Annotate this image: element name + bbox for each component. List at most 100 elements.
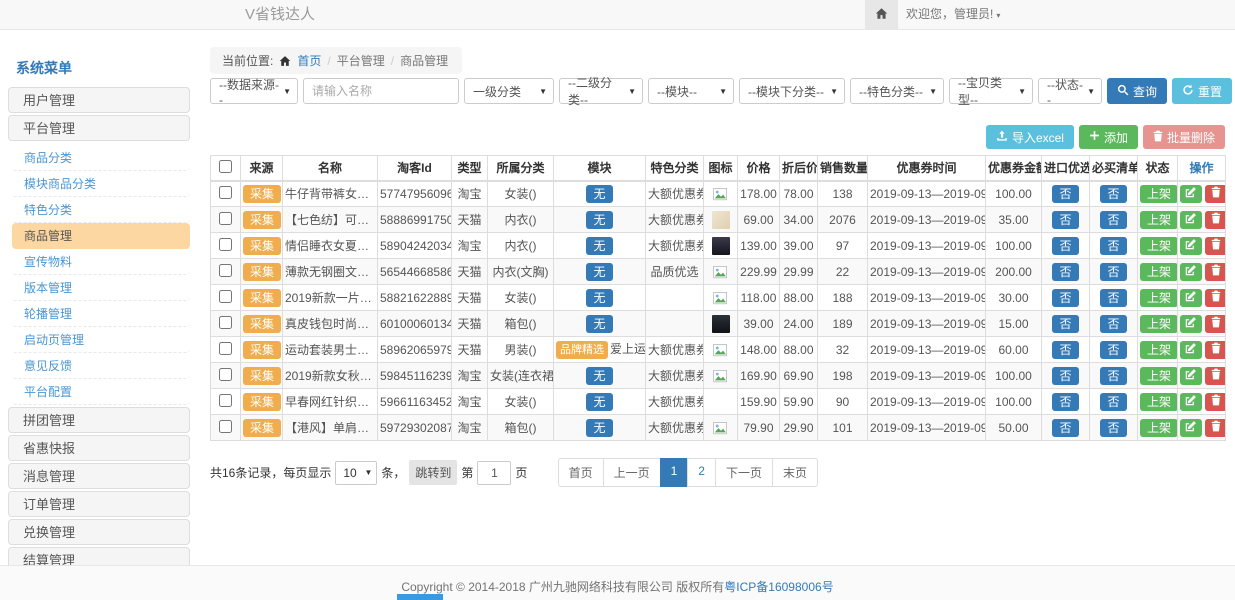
delete-button[interactable] bbox=[1205, 289, 1226, 307]
must-buy-toggle-button[interactable]: 否 bbox=[1100, 211, 1126, 229]
import-excel-button[interactable]: 导入excel bbox=[986, 125, 1074, 149]
filter-select-data-source[interactable]: --数据来源--▼ bbox=[210, 78, 298, 104]
row-checkbox[interactable] bbox=[219, 394, 232, 407]
sidebar-item-goods-category[interactable]: 商品分类 bbox=[12, 145, 190, 171]
row-checkbox[interactable] bbox=[219, 264, 232, 277]
edit-button[interactable] bbox=[1180, 393, 1202, 411]
edit-button[interactable] bbox=[1180, 289, 1202, 307]
sidebar-item-version-mgmt[interactable]: 版本管理 bbox=[12, 275, 190, 301]
add-button[interactable]: 添加 bbox=[1079, 125, 1138, 149]
must-buy-toggle-button[interactable]: 否 bbox=[1100, 185, 1126, 203]
filter-select-module-subcategory[interactable]: --模块下分类--▼ bbox=[739, 78, 845, 104]
imported-toggle-button[interactable]: 否 bbox=[1052, 419, 1078, 437]
edit-button[interactable] bbox=[1180, 341, 1202, 359]
filter-select-module[interactable]: --模块--▼ bbox=[648, 78, 734, 104]
pager-nav-上一页[interactable]: 上一页 bbox=[603, 458, 661, 487]
filter-select-status[interactable]: --状态--▼ bbox=[1038, 78, 1102, 104]
must-buy-toggle-button[interactable]: 否 bbox=[1100, 315, 1126, 333]
delete-button[interactable] bbox=[1205, 237, 1226, 255]
row-checkbox[interactable] bbox=[219, 342, 232, 355]
row-checkbox[interactable] bbox=[219, 420, 232, 433]
sidebar-item-carousel-mgmt[interactable]: 轮播管理 bbox=[12, 301, 190, 327]
module-none-badge[interactable]: 无 bbox=[586, 289, 612, 307]
filter-select-feature-category[interactable]: --特色分类--▼ bbox=[850, 78, 944, 104]
delete-button[interactable] bbox=[1205, 367, 1226, 385]
module-none-badge[interactable]: 无 bbox=[586, 185, 612, 203]
pager-page-2[interactable]: 2 bbox=[687, 458, 716, 487]
module-none-badge[interactable]: 无 bbox=[586, 419, 612, 437]
status-button[interactable]: 上架 bbox=[1140, 289, 1178, 307]
delete-button[interactable] bbox=[1205, 185, 1226, 203]
status-button[interactable]: 上架 bbox=[1140, 315, 1178, 333]
module-none-badge[interactable]: 无 bbox=[586, 237, 612, 255]
delete-button[interactable] bbox=[1205, 211, 1226, 229]
module-none-badge[interactable]: 无 bbox=[586, 263, 612, 281]
sidebar-item-messages[interactable]: 消息管理 bbox=[8, 463, 190, 489]
imported-toggle-button[interactable]: 否 bbox=[1052, 289, 1078, 307]
delete-button[interactable] bbox=[1205, 341, 1226, 359]
edit-button[interactable] bbox=[1180, 367, 1202, 385]
user-menu[interactable]: 欢迎您，管理员!▾ bbox=[906, 0, 1000, 30]
imported-toggle-button[interactable]: 否 bbox=[1052, 185, 1078, 203]
status-button[interactable]: 上架 bbox=[1140, 237, 1178, 255]
module-none-badge[interactable]: 无 bbox=[586, 367, 612, 385]
sidebar-item-exchange[interactable]: 兑换管理 bbox=[8, 519, 190, 545]
module-none-badge[interactable]: 无 bbox=[586, 315, 612, 333]
imported-toggle-button[interactable]: 否 bbox=[1052, 393, 1078, 411]
edit-button[interactable] bbox=[1180, 185, 1202, 203]
sidebar-item-module-goods-category[interactable]: 模块商品分类 bbox=[12, 171, 190, 197]
edit-button[interactable] bbox=[1180, 237, 1202, 255]
status-button[interactable]: 上架 bbox=[1140, 185, 1178, 203]
must-buy-toggle-button[interactable]: 否 bbox=[1100, 237, 1126, 255]
breadcrumb-home-link[interactable]: 首页 bbox=[297, 52, 321, 69]
status-button[interactable]: 上架 bbox=[1140, 367, 1178, 385]
status-button[interactable]: 上架 bbox=[1140, 393, 1178, 411]
delete-button[interactable] bbox=[1205, 419, 1226, 437]
row-checkbox[interactable] bbox=[219, 186, 232, 199]
must-buy-toggle-button[interactable]: 否 bbox=[1100, 367, 1126, 385]
imported-toggle-button[interactable]: 否 bbox=[1052, 367, 1078, 385]
sidebar-item-settlement[interactable]: 结算管理 bbox=[8, 547, 190, 565]
name-search-input[interactable] bbox=[303, 78, 459, 104]
must-buy-toggle-button[interactable]: 否 bbox=[1100, 393, 1126, 411]
row-checkbox[interactable] bbox=[219, 290, 232, 303]
must-buy-toggle-button[interactable]: 否 bbox=[1100, 263, 1126, 281]
filter-select-item-type[interactable]: --宝贝类型--▼ bbox=[949, 78, 1033, 104]
sidebar-item-savings-news[interactable]: 省惠快报 bbox=[8, 435, 190, 461]
filter-select-level1-category[interactable]: 一级分类▼ bbox=[464, 78, 554, 104]
imported-toggle-button[interactable]: 否 bbox=[1052, 211, 1078, 229]
module-brand-badge[interactable]: 品牌精选 bbox=[556, 341, 608, 359]
edit-button[interactable] bbox=[1180, 211, 1202, 229]
icp-link[interactable]: 粤ICP备16098006号 bbox=[724, 580, 833, 594]
status-button[interactable]: 上架 bbox=[1140, 263, 1178, 281]
pager-current-page[interactable]: 1 bbox=[660, 458, 689, 487]
edit-button[interactable] bbox=[1180, 419, 1202, 437]
imported-toggle-button[interactable]: 否 bbox=[1052, 315, 1078, 333]
jump-page-input[interactable] bbox=[477, 461, 511, 485]
status-button[interactable]: 上架 bbox=[1140, 211, 1178, 229]
imported-toggle-button[interactable]: 否 bbox=[1052, 341, 1078, 359]
sidebar-item-feedback[interactable]: 意见反馈 bbox=[12, 353, 190, 379]
edit-button[interactable] bbox=[1180, 263, 1202, 281]
sidebar-item-promo-material[interactable]: 宣传物料 bbox=[12, 249, 190, 275]
delete-button[interactable] bbox=[1205, 315, 1226, 333]
reset-button[interactable]: 重置 bbox=[1172, 78, 1232, 104]
sidebar-item-splash-mgmt[interactable]: 启动页管理 bbox=[12, 327, 190, 353]
sidebar-item-feature-category[interactable]: 特色分类 bbox=[12, 197, 190, 223]
sidebar-item-platform[interactable]: 平台管理 bbox=[8, 115, 190, 141]
pager-nav-首页[interactable]: 首页 bbox=[558, 458, 604, 487]
select-all-checkbox[interactable] bbox=[219, 160, 232, 173]
must-buy-toggle-button[interactable]: 否 bbox=[1100, 289, 1126, 307]
imported-toggle-button[interactable]: 否 bbox=[1052, 263, 1078, 281]
breadcrumb-item[interactable]: 平台管理 bbox=[337, 52, 385, 69]
row-checkbox[interactable] bbox=[219, 212, 232, 225]
edit-button[interactable] bbox=[1180, 315, 1202, 333]
imported-toggle-button[interactable]: 否 bbox=[1052, 237, 1078, 255]
row-checkbox[interactable] bbox=[219, 238, 232, 251]
module-none-badge[interactable]: 无 bbox=[586, 211, 612, 229]
status-button[interactable]: 上架 bbox=[1140, 419, 1178, 437]
query-button[interactable]: 查询 bbox=[1107, 78, 1167, 104]
sidebar-item-orders[interactable]: 订单管理 bbox=[8, 491, 190, 517]
must-buy-toggle-button[interactable]: 否 bbox=[1100, 341, 1126, 359]
must-buy-toggle-button[interactable]: 否 bbox=[1100, 419, 1126, 437]
